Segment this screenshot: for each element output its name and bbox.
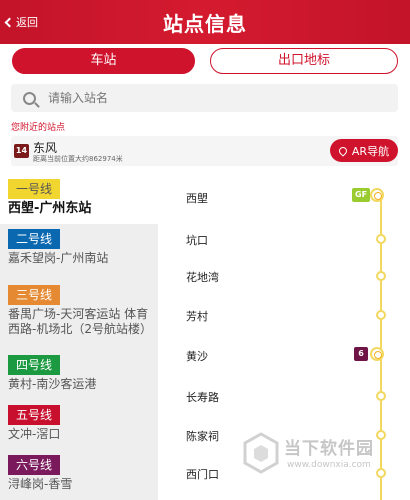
line-tag: 四号线 xyxy=(8,355,61,375)
ar-button-label: AR导航 xyxy=(351,144,390,158)
transfer-icon xyxy=(370,347,384,361)
transfer-icon xyxy=(370,188,384,202)
watermark-logo-icon xyxy=(243,432,279,474)
line-item-1[interactable]: 一号线 西塱-广州东站 xyxy=(8,178,156,216)
nearby-section-label: 您附近的站点 xyxy=(11,123,66,133)
watermark-text: 当下软件园 xyxy=(284,439,374,459)
page-title: 站点信息 xyxy=(163,12,247,36)
station-item[interactable]: 长寿路 xyxy=(186,389,219,405)
line-item-4[interactable]: 四号线 黄村-南沙客运港 xyxy=(8,354,156,392)
station-item[interactable]: 黄沙 xyxy=(186,348,208,364)
search-bar[interactable] xyxy=(11,84,398,112)
line-item-6[interactable]: 六号线 浔峰岗-香雪 xyxy=(8,454,156,492)
line-badge: 14 xyxy=(14,144,29,158)
app-header: 返回 站点信息 xyxy=(0,0,410,44)
line-item-3[interactable]: 三号线 番禺广场-天河客运站 体育西路-机场北（2号航站楼） xyxy=(8,284,156,337)
station-item[interactable]: 坑口 xyxy=(186,232,208,248)
line-tag: 一号线 xyxy=(8,179,61,199)
line-item-5[interactable]: 五号线 文冲-滘口 xyxy=(8,404,156,442)
tab-stations[interactable]: 车站 xyxy=(12,48,195,74)
line-desc: 文冲-滘口 xyxy=(8,427,61,441)
line-list: 一号线 西塱-广州东站 二号线 嘉禾望岗-广州南站 三号线 番禺广场-天河客运站… xyxy=(0,174,158,500)
station-item[interactable]: 西塱 xyxy=(186,190,208,206)
line-tag: 六号线 xyxy=(8,455,61,475)
line-tag: 五号线 xyxy=(8,405,61,425)
station-dot xyxy=(376,234,386,244)
line-tag: 三号线 xyxy=(8,285,61,305)
station-item[interactable]: 芳村 xyxy=(186,308,208,324)
nearby-distance: 距离当前位置大约862974米 xyxy=(33,155,123,163)
line-desc: 西塱-广州东站 xyxy=(8,201,92,216)
transfer-line-chip: 6 xyxy=(354,347,368,361)
station-dot xyxy=(376,271,386,281)
tab-exits-landmarks[interactable]: 出口地标 xyxy=(210,48,398,74)
line-desc: 黄村-南沙客运港 xyxy=(8,377,97,391)
station-dot xyxy=(376,310,386,320)
watermark: 当下软件园 www.downxia.com xyxy=(240,428,390,488)
line-item-2[interactable]: 二号线 嘉禾望岗-广州南站 xyxy=(8,228,156,266)
station-dot xyxy=(376,391,386,401)
line-desc: 浔峰岗-香雪 xyxy=(8,477,73,491)
location-pin-icon xyxy=(337,144,349,157)
watermark-url: www.downxia.com xyxy=(287,460,371,470)
transfer-line-chip: GF xyxy=(352,188,371,202)
station-item[interactable]: 花地湾 xyxy=(186,269,219,285)
station-item[interactable]: 西门口 xyxy=(186,466,219,482)
line-desc: 番禺广场-天河客运站 体育西路-机场北（2号航站楼） xyxy=(8,307,152,336)
search-icon xyxy=(23,91,36,105)
line-desc: 嘉禾望岗-广州南站 xyxy=(8,251,109,265)
line-tag: 二号线 xyxy=(8,229,61,249)
ar-navigation-button[interactable]: AR导航 xyxy=(330,139,398,162)
search-input[interactable] xyxy=(48,91,348,105)
station-item[interactable]: 陈家祠 xyxy=(186,428,219,444)
segment-tabs: 车站 出口地标 xyxy=(0,48,410,74)
